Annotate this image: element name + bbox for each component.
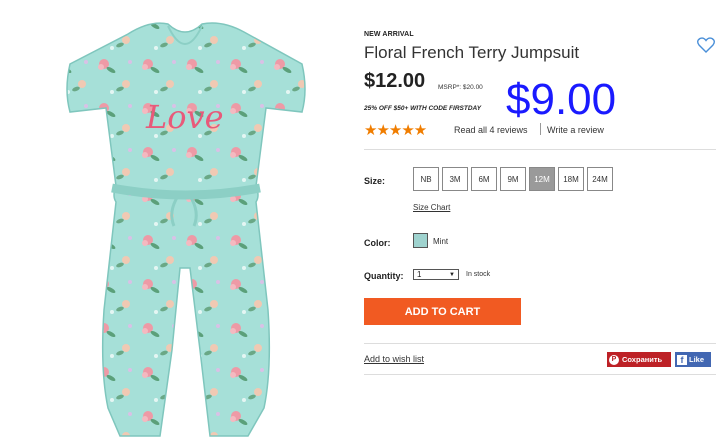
read-reviews-link[interactable]: Read all 4 reviews <box>454 125 528 135</box>
size-chart-link[interactable]: Size Chart <box>413 203 450 212</box>
facebook-label: Like <box>689 355 705 364</box>
color-name: Mint <box>433 237 449 246</box>
divider <box>364 374 716 375</box>
product-title: Floral French Terry Jumpsuit <box>364 43 580 62</box>
size-option-nb[interactable]: NB <box>413 167 439 191</box>
write-review-link[interactable]: Write a review <box>547 125 604 135</box>
size-option-12m[interactable]: 12M <box>529 167 555 191</box>
msrp-price: MSRP*: $20.00 <box>438 84 483 91</box>
dropdown-arrow-icon: ▼ <box>449 271 455 278</box>
new-arrival-badge: NEW ARRIVAL <box>364 31 414 38</box>
color-swatch-mint[interactable] <box>413 233 428 248</box>
size-option-9m[interactable]: 9M <box>500 167 526 191</box>
size-option-3m[interactable]: 3M <box>442 167 468 191</box>
size-option-6m[interactable]: 6M <box>471 167 497 191</box>
pinterest-save-button[interactable]: P Сохранить <box>607 352 671 367</box>
divider <box>540 123 541 135</box>
overlay-price: $9.00 <box>506 75 617 124</box>
quantity-label: Quantity: <box>364 271 404 281</box>
size-option-18m[interactable]: 18M <box>558 167 584 191</box>
facebook-icon: f <box>677 354 687 365</box>
product-price: $12.00 <box>364 70 426 92</box>
quantity-select[interactable]: 1 ▼ <box>413 269 459 280</box>
stock-status: In stock <box>466 271 491 278</box>
quantity-value: 1 <box>417 270 422 279</box>
color-label: Color: <box>364 238 391 248</box>
promo-text: 25% OFF $50+ WITH CODE FIRSTDAY <box>364 105 482 112</box>
love-print-text: Love <box>145 98 224 136</box>
heart-icon[interactable] <box>697 37 715 53</box>
product-image[interactable]: Love <box>50 10 320 442</box>
size-label: Size: <box>364 176 386 186</box>
pinterest-label: Сохранить <box>622 355 663 364</box>
pinterest-icon: P <box>609 354 619 365</box>
size-options: NB 3M 6M 9M 12M 18M 24M <box>413 167 613 191</box>
add-to-wish-list-link[interactable]: Add to wish list <box>364 354 424 364</box>
add-to-cart-button[interactable]: ADD TO CART <box>364 298 521 325</box>
divider <box>364 149 716 150</box>
facebook-like-button[interactable]: f Like <box>675 352 711 367</box>
star-rating: ★★★★★ <box>364 122 427 139</box>
divider <box>364 343 716 344</box>
size-option-24m[interactable]: 24M <box>587 167 613 191</box>
